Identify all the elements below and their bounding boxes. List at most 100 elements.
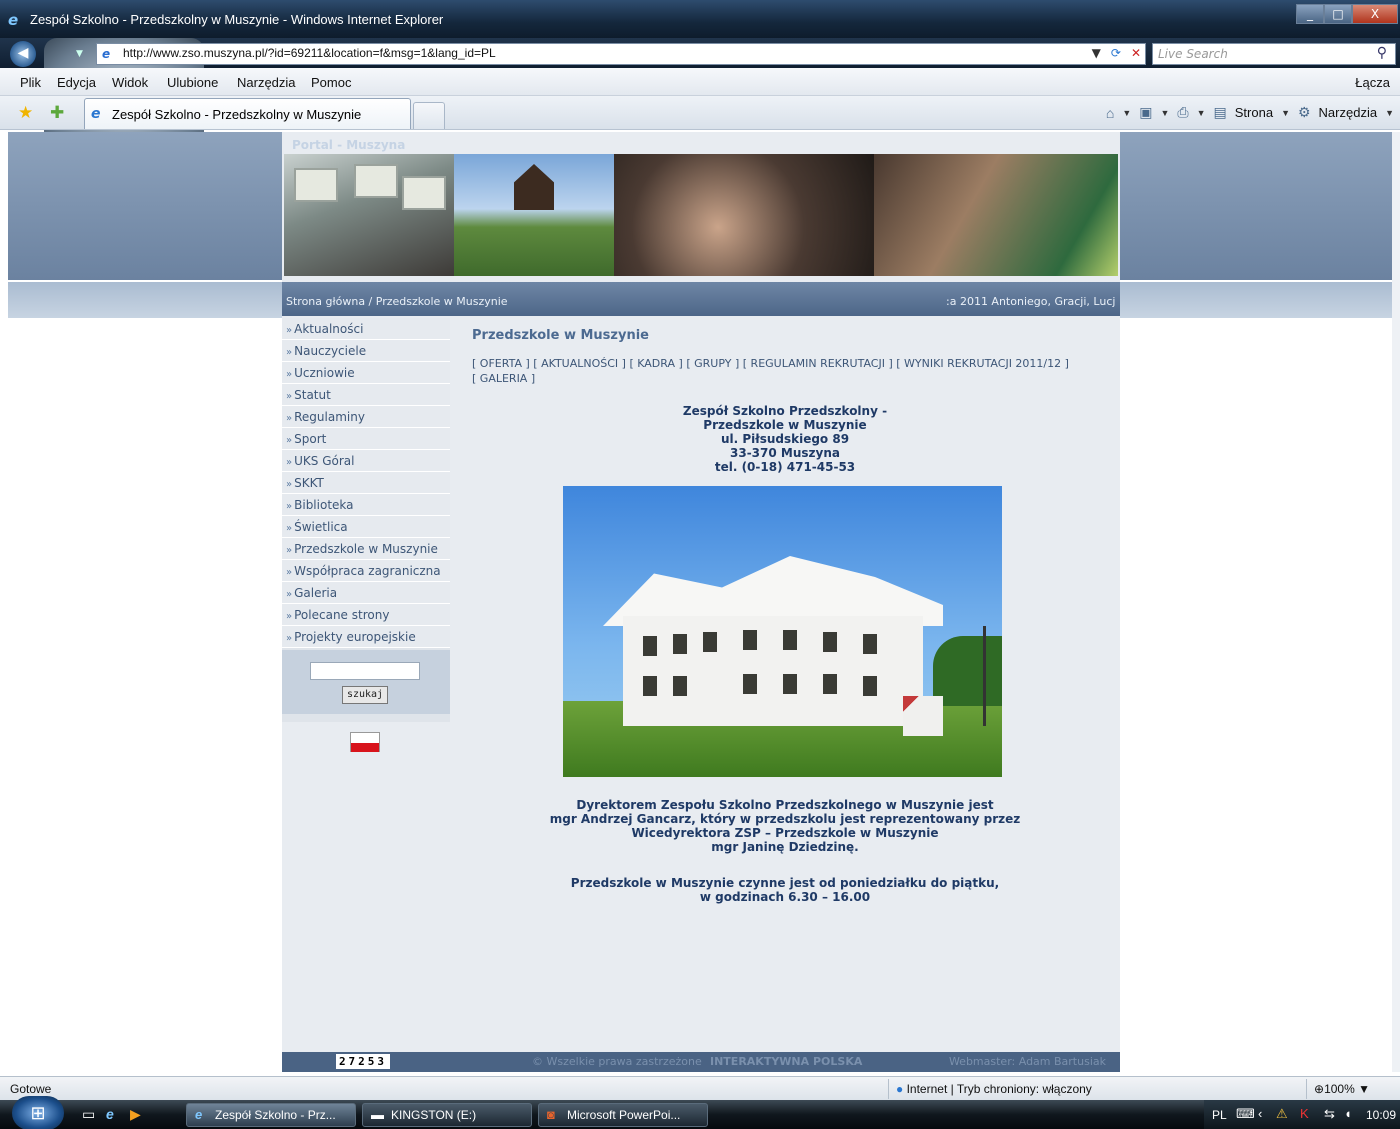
info-line: mgr Janinę Dziedzinę. (711, 840, 859, 854)
sidebar-item-uks-goral[interactable]: » UKS Góral (282, 450, 450, 472)
back-button[interactable]: ◀ (10, 41, 36, 67)
stop-icon[interactable]: ✕ (1131, 46, 1141, 60)
print-dropdown-icon[interactable]: ▼ (1197, 108, 1206, 118)
add-favorites-icon[interactable]: ✚ (50, 103, 64, 123)
system-tray: PL ⌨ ‹ ⚠ K ⇆ ◖ 10:09 (1204, 1100, 1400, 1129)
sidebar-item-aktualnosci[interactable]: » Aktualności (282, 318, 450, 340)
menu-help[interactable]: Pomoc (311, 75, 351, 90)
page-menu[interactable]: Strona (1235, 105, 1273, 120)
show-desktop-icon[interactable]: ▭ (82, 1106, 95, 1123)
link-regulamin-rekrutacji[interactable]: REGULAMIN REKRUTACJI (751, 357, 885, 370)
history-dropdown-icon[interactable]: ▼ (76, 49, 83, 59)
menu-file[interactable]: Plik (20, 75, 41, 90)
keyboard-icon[interactable]: ⌨ (1236, 1106, 1255, 1122)
tray-expand-icon[interactable]: ‹ (1258, 1106, 1262, 1121)
close-button[interactable]: X (1352, 4, 1398, 24)
breadcrumb: Strona główna / Przedszkole w Muszynie (286, 295, 508, 308)
new-tab-button[interactable] (413, 102, 445, 129)
language-indicator[interactable]: PL (1212, 1108, 1227, 1122)
link-galeria[interactable]: GALERIA (480, 372, 528, 385)
menu-favorites[interactable]: Ulubione (167, 75, 218, 90)
link-aktualnosci[interactable]: AKTUALNOŚCI (541, 357, 618, 370)
feeds-dropdown-icon[interactable]: ▼ (1160, 108, 1169, 118)
breadcrumb-home[interactable]: Strona główna (286, 295, 365, 308)
zone-label: Internet | Tryb chroniony: włączony (906, 1082, 1092, 1096)
print-icon[interactable]: ⎙ (1177, 104, 1188, 121)
page-icon: e (102, 47, 111, 61)
link-kadra[interactable]: KADRA (637, 357, 675, 370)
menu-edit[interactable]: Edycja (57, 75, 96, 90)
volume-icon[interactable]: ◖ (1344, 1106, 1352, 1121)
zoom-control[interactable]: ⊕100% ▼ (1314, 1082, 1370, 1096)
photo-window (673, 634, 687, 654)
media-player-icon[interactable]: ▶ (130, 1106, 141, 1123)
menu-bar: Plik Edycja Widok Ulubione Narzędzia Pom… (0, 68, 1400, 96)
taskbar-item-powerpoint[interactable]: ◙ Microsoft PowerPoi... (538, 1103, 708, 1127)
ie-quicklaunch-icon[interactable]: e (106, 1106, 114, 1122)
favorites-star-icon[interactable]: ★ (18, 103, 33, 123)
sidebar-item-label: Współpraca zagraniczna (294, 564, 441, 578)
polish-flag-icon[interactable] (350, 732, 380, 752)
site-search-input[interactable] (310, 662, 420, 680)
sidebar-item-polecane[interactable]: » Polecane strony (282, 604, 450, 626)
sidebar-item-uczniowie[interactable]: » Uczniowie (282, 362, 450, 384)
arrow-icon: » (286, 457, 293, 468)
site-search-button[interactable]: szukaj (342, 686, 388, 704)
feeds-icon[interactable]: ▣ (1139, 104, 1152, 121)
taskbar-item-ie[interactable]: e Zespół Szkolno - Prz... (186, 1103, 356, 1127)
webmaster-link[interactable]: Webmaster: Adam Bartusiak (949, 1055, 1106, 1068)
sidebar-item-label: Polecane strony (294, 608, 390, 622)
taskbar-item-kingston[interactable]: ▬ KINGSTON (E:) (362, 1103, 532, 1127)
tab-active[interactable]: e Zespół Szkolno - Przedszkolny w Muszyn… (84, 98, 411, 129)
search-icon[interactable]: ⚲ (1377, 45, 1387, 61)
sidebar-item-projekty[interactable]: » Projekty europejskie (282, 626, 450, 648)
link-grupy[interactable]: GRUPY (694, 357, 731, 370)
sidebar-item-swietlica[interactable]: » Świetlica (282, 516, 450, 538)
sidebar-item-regulaminy[interactable]: » Regulaminy (282, 406, 450, 428)
search-box[interactable]: Live Search ⚲ (1152, 43, 1396, 65)
address-dropdown-icon[interactable]: ▼ (1092, 46, 1101, 60)
page-dropdown-icon[interactable]: ▼ (1281, 108, 1290, 118)
sidebar-item-statut[interactable]: » Statut (282, 384, 450, 406)
info-line: mgr Andrzej Gancarz, który w przedszkolu… (549, 812, 1021, 826)
clock[interactable]: 10:09 (1366, 1108, 1396, 1122)
link-wyniki-rekrutacji[interactable]: WYNIKI REKRUTACJI 2011/12 (904, 357, 1061, 370)
tray-alert-icon[interactable]: ⚠ (1276, 1106, 1288, 1122)
network-icon[interactable]: ⇆ (1324, 1106, 1335, 1122)
refresh-icon[interactable]: ⟳ (1111, 46, 1121, 60)
breadcrumb-current[interactable]: Przedszkole w Muszynie (376, 295, 508, 308)
portal-label[interactable]: Portal - Muszyna (292, 138, 405, 152)
footer-brand-link[interactable]: INTERAKTYWNA POLSKA (710, 1055, 862, 1068)
antivirus-icon[interactable]: K (1300, 1106, 1309, 1121)
sidebar-item-przedszkole[interactable]: » Przedszkole w Muszynie (282, 538, 450, 560)
address-bar[interactable]: e http://www.zso.muszyna.pl/?id=69211&lo… (96, 43, 1146, 65)
sidebar-item-galeria[interactable]: » Galeria (282, 582, 450, 604)
sidebar-item-wspolpraca[interactable]: » Współpraca zagraniczna (282, 560, 450, 582)
page-menu-icon[interactable]: ▤ (1214, 104, 1227, 121)
link-oferta[interactable]: OFERTA (480, 357, 522, 370)
sidebar-item-nauczyciele[interactable]: » Nauczyciele (282, 340, 450, 362)
home-icon[interactable]: ⌂ (1106, 105, 1114, 121)
hours-line: w godzinach 6.30 – 16.00 (699, 890, 871, 904)
ie-window: e Zespół Szkolno - Przedszkolny w Muszyn… (0, 0, 1400, 1129)
vertical-scrollbar[interactable] (1392, 132, 1400, 1072)
home-dropdown-icon[interactable]: ▼ (1122, 108, 1131, 118)
sidebar-item-sport[interactable]: » Sport (282, 428, 450, 450)
address-url[interactable]: http://www.zso.muszyna.pl/?id=69211&loca… (123, 46, 496, 60)
tools-dropdown-icon[interactable]: ▼ (1385, 108, 1394, 118)
banner-church (514, 164, 554, 210)
tools-gear-icon[interactable]: ⚙ (1298, 104, 1311, 121)
start-button[interactable]: ⊞ (12, 1096, 64, 1129)
globe-icon: ● (896, 1082, 904, 1096)
maximize-button[interactable]: □ (1324, 4, 1352, 24)
minimize-button[interactable]: _ (1296, 4, 1324, 24)
menu-tools[interactable]: Narzędzia (237, 75, 296, 90)
menu-view[interactable]: Widok (112, 75, 148, 90)
window-controls: _ □ X (1296, 0, 1400, 30)
sidebar-item-label: Przedszkole w Muszynie (294, 542, 438, 556)
links-toolbar[interactable]: Łącza (1355, 75, 1390, 90)
sidebar-item-skkt[interactable]: » SKKT (282, 472, 450, 494)
tools-menu[interactable]: Narzędzia (1319, 105, 1378, 120)
security-zone[interactable]: ● Internet | Tryb chroniony: włączony (896, 1082, 1092, 1096)
sidebar-item-biblioteka[interactable]: » Biblioteka (282, 494, 450, 516)
